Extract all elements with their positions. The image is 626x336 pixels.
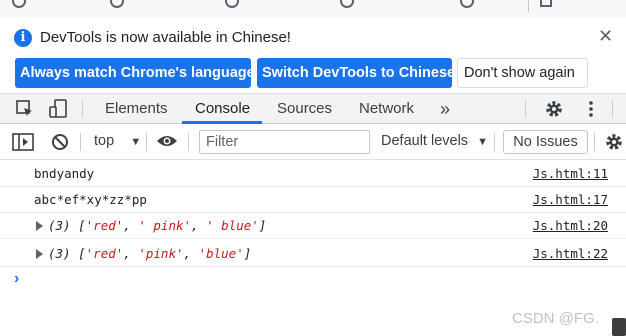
bookmark-icon[interactable] [460,0,474,8]
bookmark-separator [528,0,529,12]
source-link[interactable]: Js.html:20 [533,218,608,233]
live-expression-eye-icon[interactable] [156,134,178,148]
switch-devtools-chinese-button[interactable]: Switch DevTools to Chinese [257,58,455,88]
dropdown-arrow-icon: ▼ [477,136,488,148]
toolbar-divider [525,100,526,118]
message-text: abc*ef*xy*zz*pp [34,192,147,207]
filter-input[interactable]: Filter [199,130,370,154]
settings-gear-icon[interactable] [544,99,564,119]
folder-icon[interactable] [540,0,552,7]
always-match-language-button[interactable]: Always match Chrome's language [15,58,255,88]
inspect-element-icon[interactable] [16,100,34,118]
console-settings-gear-icon[interactable] [604,132,624,152]
resize-grip[interactable] [612,318,626,336]
watermark: CSDN @FG. [512,310,599,327]
console-prompt-icon[interactable]: › [14,270,19,288]
console-message: bndyandy Js.html:11 [0,161,626,187]
bookmarks-bar [0,0,626,18]
array-preview: (3) ['red', ' pink', ' blue'] [48,218,266,233]
tab-console[interactable]: Console [195,94,250,124]
bookmark-icon[interactable] [225,0,239,8]
array-separator: , [183,246,199,261]
source-link[interactable]: Js.html:17 [533,192,608,207]
toolbar-divider [82,100,83,118]
infobar-message: DevTools is now available in Chinese! [40,29,291,46]
console-message[interactable]: (3) ['red', ' pink', ' blue'] Js.html:20 [0,213,626,239]
array-separator: , [191,218,207,233]
expand-arrow-icon[interactable] [36,221,43,231]
no-issues-button[interactable]: No Issues [503,130,588,154]
array-item: 'pink' [138,246,184,261]
array-item: 'red' [85,246,124,261]
toolbar-divider [146,133,147,151]
array-suffix: ] [258,218,267,233]
message-text: bndyandy [34,166,95,181]
array-prefix: (3) [ [48,246,86,261]
array-item: ' blue' [206,218,259,233]
expand-arrow-icon[interactable] [36,249,43,259]
array-separator: , [123,246,139,261]
source-link[interactable]: Js.html:22 [533,246,608,261]
context-selector[interactable]: top ▼ [94,133,141,149]
console-toolbar: top ▼ Filter Default levels ▼ No Issues [0,124,626,160]
array-item: 'blue' [198,246,244,261]
array-preview: (3) ['red', 'pink', 'blue'] [48,246,251,261]
array-item: 'red' [85,218,124,233]
array-prefix: (3) [ [48,218,86,233]
bookmark-icon[interactable] [110,0,124,8]
language-infobar: i DevTools is now available in Chinese! … [0,18,626,94]
tab-network[interactable]: Network [359,94,414,124]
toolbar-divider [494,133,495,151]
bookmark-icon[interactable] [12,0,26,8]
toolbar-divider [80,133,81,151]
tab-sources[interactable]: Sources [277,94,332,124]
clear-console-icon[interactable] [51,133,69,151]
tab-elements[interactable]: Elements [105,94,168,124]
bookmark-icon[interactable] [340,0,354,8]
toolbar-divider [188,133,189,151]
console-message: abc*ef*xy*zz*pp Js.html:17 [0,187,626,213]
info-icon: i [14,29,32,47]
filter-placeholder: Filter [206,134,239,150]
console-message[interactable]: (3) ['red', 'pink', 'blue'] Js.html:22 [0,241,626,267]
array-suffix: ] [243,246,252,261]
devtools-tabbar: Elements Console Sources Network » [0,94,626,124]
kebab-menu-icon[interactable] [587,100,595,118]
device-toolbar-icon[interactable] [48,99,68,119]
close-icon[interactable]: ✕ [598,26,613,47]
array-item: ' pink' [138,218,192,233]
toolbar-divider [594,133,595,151]
more-tabs-icon[interactable]: » [440,94,450,124]
default-levels-dropdown[interactable]: Default levels ▼ [381,133,488,149]
toolbar-divider [612,100,613,118]
dropdown-arrow-icon: ▼ [130,136,142,148]
source-link[interactable]: Js.html:11 [533,166,608,181]
dont-show-again-button[interactable]: Don't show again [457,58,588,88]
show-sidebar-icon[interactable] [12,133,34,151]
array-separator: , [123,218,139,233]
default-levels-label: Default levels [381,133,469,149]
context-value: top [94,133,115,149]
